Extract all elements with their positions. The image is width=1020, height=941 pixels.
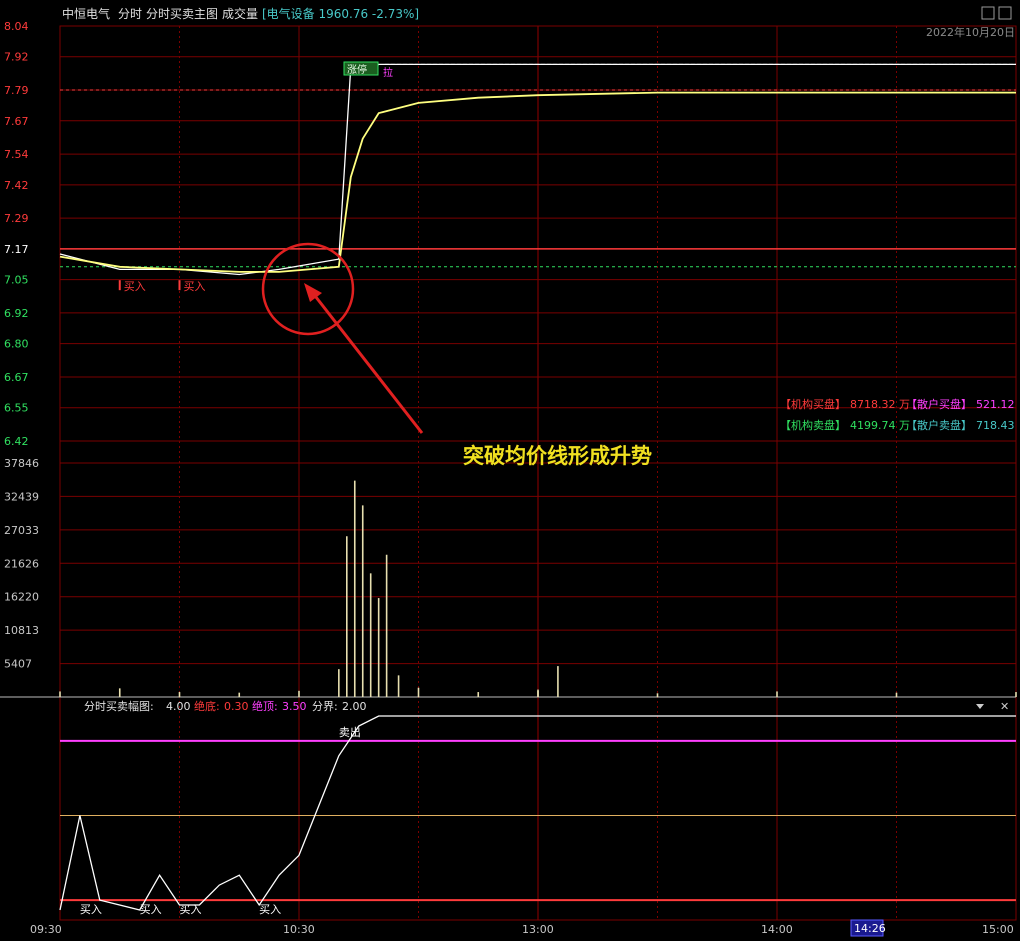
x-tick-label: 09:30 [30, 923, 62, 936]
osc-value: 4.00 [166, 700, 191, 713]
vol-y-tick-label: 27033 [4, 524, 39, 537]
y-tick-label: 6.92 [4, 307, 29, 320]
cursor-time: 14:26 [854, 922, 886, 935]
y-tick-label: 7.29 [4, 212, 29, 225]
retail-sell-value: 718.43 [976, 419, 1015, 432]
dropdown-icon[interactable] [976, 704, 984, 709]
sector-label[interactable]: [电气设备 1960.76 -2.73%] [262, 6, 419, 21]
osc-header: 分时买卖幅图: 4.00 绝底: 0.30 绝顶: 3.50 分界: 2.00 [84, 699, 367, 713]
restore-icon[interactable] [981, 6, 995, 20]
osc-top-val: 3.50 [282, 700, 307, 713]
retail-buy-label: 【散户买盘】 [906, 397, 972, 411]
limit-up-text: 涨停 [347, 63, 367, 76]
osc-bottom-label: 绝底: [194, 699, 220, 713]
y-tick-label: 6.67 [4, 371, 29, 384]
vol-y-tick-label: 32439 [4, 490, 39, 503]
inst-buy-value: 8718.32 万 [850, 398, 910, 411]
vol-y-tick-label: 10813 [4, 624, 39, 637]
sell-signal-label: 卖出 [339, 725, 361, 739]
intraday-chart[interactable]: 8.04 7.92 7.79 7.67 7.54 7.42 7.29 7.17 7.05 6.92… [0, 0, 1020, 941]
la-tag: 拉 [383, 66, 393, 79]
buy-signal-label: 买入 [124, 280, 146, 293]
retail-buy-value: 521.12 [976, 398, 1015, 411]
stock-name: 中恒电气 [62, 6, 110, 21]
date-label: 2022年10月20日 [926, 25, 1015, 39]
x-tick-label: 14:00 [761, 923, 793, 936]
y-tick-label: 7.54 [4, 148, 29, 161]
vol-y-tick-label: 5407 [4, 658, 32, 671]
inst-buy-label: 【机构买盘】 [780, 397, 846, 411]
y-tick-label: 7.67 [4, 115, 29, 128]
osc-top-label: 绝顶: [252, 699, 278, 713]
vol-y-tick-label: 37846 [4, 457, 39, 470]
period-label[interactable]: 分时 [118, 7, 142, 21]
y-tick-label: 7.92 [4, 51, 29, 64]
y-tick-label: 8.04 [4, 20, 29, 33]
vol-y-tick-label: 21626 [4, 557, 39, 570]
osc-bottom-val: 0.30 [224, 700, 249, 713]
indicator-label[interactable]: 分时买卖主图 [146, 7, 218, 21]
y-tick-label: 7.05 [4, 274, 29, 287]
buy-signal-label: 买入 [259, 903, 281, 916]
y-tick-label: 6.42 [4, 435, 29, 448]
stats-row-buy: 【机构买盘】 8718.32 万 【散户买盘】 521.12 [780, 397, 1015, 411]
vol-y-tick-label: 16220 [4, 591, 39, 604]
y-tick-label: 6.55 [4, 402, 29, 415]
osc-mid-val: 2.00 [342, 700, 367, 713]
buy-signal-label: 买入 [184, 280, 206, 293]
buy-signal-label: 买入 [80, 903, 102, 916]
osc-name: 分时买卖幅图: [84, 700, 154, 713]
volume-label: 成交量 [222, 6, 258, 21]
retail-sell-label: 【散户卖盘】 [906, 418, 972, 432]
y-tick-label: 7.17 [4, 243, 29, 256]
stats-row-sell: 【机构卖盘】 4199.74 万 【散户卖盘】 718.43 [780, 418, 1015, 432]
buy-signal-label: 买入 [140, 903, 162, 916]
inst-sell-label: 【机构卖盘】 [780, 418, 846, 432]
y-tick-label: 7.79 [4, 84, 29, 97]
y-tick-label: 7.42 [4, 179, 29, 192]
x-tick-label: 10:30 [283, 923, 315, 936]
close-panel-icon[interactable]: ✕ [1000, 700, 1009, 713]
annotation-text: 突破均价线形成升势 [463, 444, 652, 468]
y-tick-label: 6.80 [4, 338, 29, 351]
inst-sell-value: 4199.74 万 [850, 419, 910, 432]
chart-grid: 8.04 7.92 7.79 7.67 7.54 7.42 7.29 7.17 7.05 6.92… [0, 20, 1017, 936]
osc-mid-label: 分界: [312, 700, 338, 713]
x-tick-label: 13:00 [522, 923, 554, 936]
x-tick-label: 15:00 [982, 923, 1014, 936]
buy-signal-label: 买入 [180, 903, 202, 916]
close-icon[interactable] [998, 6, 1012, 20]
